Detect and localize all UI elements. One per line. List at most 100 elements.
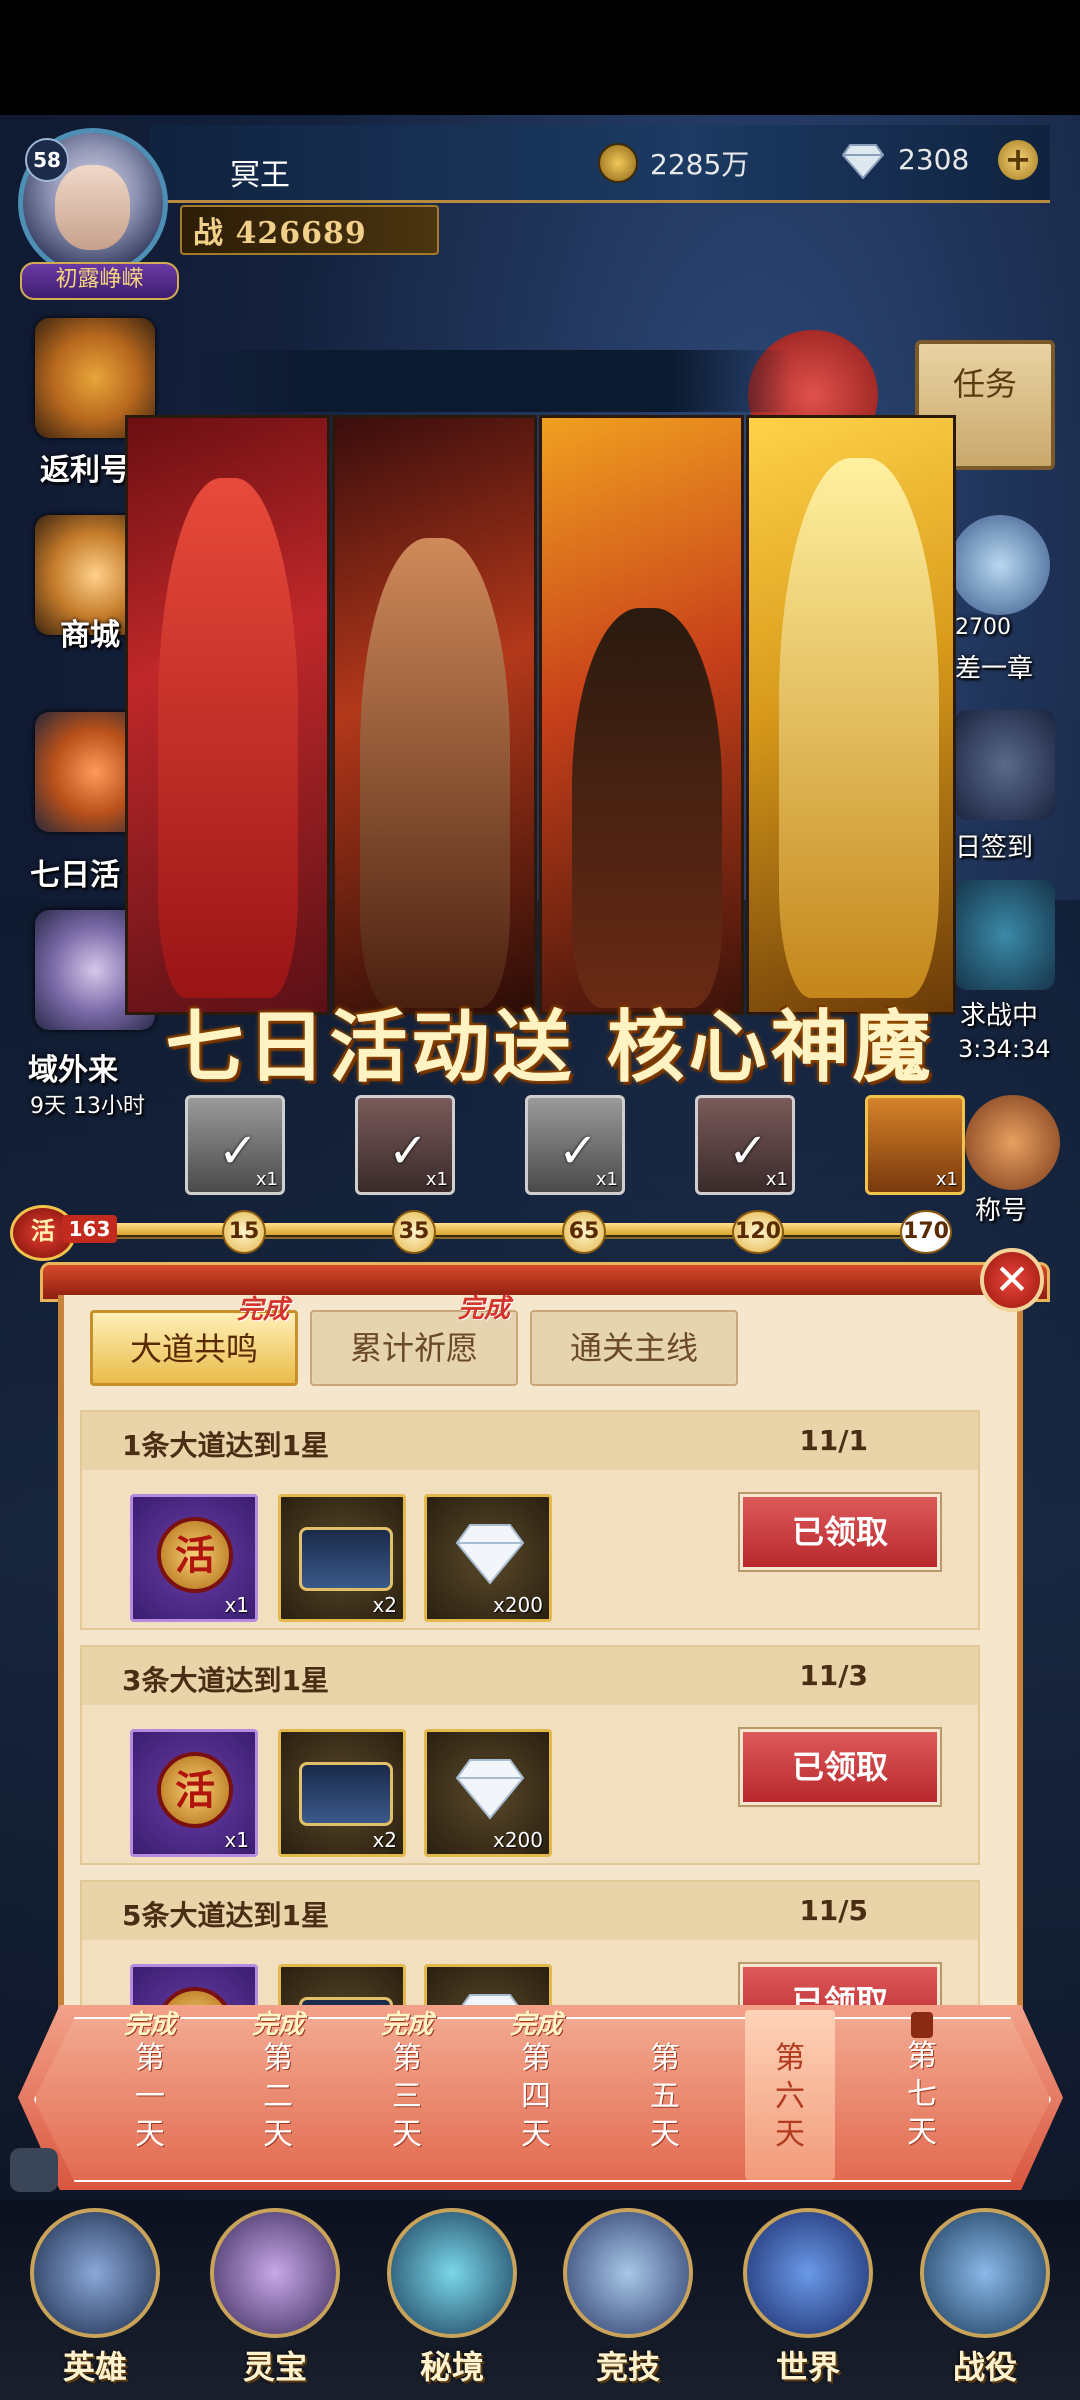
day-char: 六 [775,2079,805,2114]
day-tab-1[interactable]: 完成 第 一 天 [90,2010,210,2180]
milestone-reward-3[interactable]: ✓ x1 [525,1095,625,1195]
tab-zhuxian[interactable]: 通关主线 [530,1310,738,1386]
milestone-reward-5[interactable]: x1 [865,1095,965,1195]
close-icon: ✕ [994,1255,1030,1304]
scroll-graphic [299,1762,393,1826]
player-title-badge: 初露峥嵘 [20,262,179,300]
diamond-icon[interactable]: x200 [424,1729,552,1857]
secret-realm-icon [387,2208,517,2338]
reward-count: x1 [255,1169,278,1190]
day-char: 第 [907,2039,937,2074]
tab-label: 通关主线 [569,1329,698,1367]
task-card: 5条大道达到1星 11/5 活x1 x2 x200 已领取 [80,1880,980,2015]
chapter-label: 差一章 [955,654,1034,684]
completed-tag: 完成 [509,2010,562,2040]
tab-label: 累计祈愿 [349,1329,478,1367]
day-char: 第 [650,2041,680,2076]
day-char: 天 [135,2117,165,2152]
milestone-reward-2[interactable]: ✓ x1 [355,1095,455,1195]
star-chart-scroll-icon[interactable]: x2 [278,1729,406,1857]
day-tab-2[interactable]: 完成 第 二 天 [218,2010,338,2180]
hero-panel-1 [125,415,330,1015]
milestone-reward-1[interactable]: ✓ x1 [185,1095,285,1195]
task-title: 1条大道达到1星 [122,1429,329,1462]
nav-secret[interactable]: 秘境 [372,2208,532,2393]
day-char: 天 [392,2117,422,2152]
tab-label: 大道共鸣 [129,1330,258,1368]
day-char: 天 [521,2117,551,2152]
completed-tag: 完成 [457,1294,510,1324]
world-icon [743,2208,873,2338]
milestone-node: 15 [222,1210,266,1254]
chapter-count: 2700 [955,615,1011,640]
day-tab-6[interactable]: 第 六 天 [745,2010,835,2180]
chat-icon[interactable] [10,2148,58,2192]
milestone-node: 35 [392,1210,436,1254]
day-char: 第 [775,2041,805,2076]
star-chart-scroll-icon[interactable]: x2 [278,1494,406,1622]
day-char: 第 [263,2041,293,2076]
huo-token-icon[interactable]: 活x1 [130,1729,258,1857]
diamond-graphic [455,1524,525,1585]
day-char: 天 [907,2115,937,2150]
tab-dadao[interactable]: 大道共鸣 完成 [90,1295,298,1386]
nav-label: 战役 [952,2348,1017,2386]
claimed-button[interactable]: 已领取 [738,1492,942,1572]
nav-campaign[interactable]: 战役 [905,2208,1065,2393]
day-char: 四 [521,2079,551,2114]
tab-qiyuan[interactable]: 累计祈愿 完成 [310,1294,518,1386]
power-label: 战 [193,216,224,251]
milestone-reward-4[interactable]: ✓ x1 [695,1095,795,1195]
level-badge: 58 [25,138,69,182]
hero-figure [360,538,510,1008]
completed-tag [605,2010,725,2040]
rebate-label: 返利号 [40,453,130,488]
item-count: x1 [224,1828,249,1852]
nav-hero[interactable]: 英雄 [15,2208,175,2393]
task-progress: 11/1 [799,1424,868,1457]
day-char: 第 [392,2041,422,2076]
milestone-node: 170 [900,1210,952,1254]
add-currency-button[interactable]: + [998,140,1038,180]
daily-signin-icon[interactable] [955,710,1055,820]
day-tab-7[interactable]: 第 七 天 [862,2010,982,2180]
completed-tag: 完成 [123,2010,176,2040]
honor-icon[interactable] [965,1095,1060,1190]
banner-top-strip [190,350,790,412]
hero-panel-2 [332,415,537,1015]
claimed-button[interactable]: 已领取 [738,1727,942,1807]
nav-label: 竞技 [595,2348,660,2386]
item-count: x200 [492,1828,543,1852]
activity-points: 163 [62,1215,117,1243]
huo-token-icon[interactable]: 活x1 [130,1494,258,1622]
completed-tag [745,2010,835,2040]
task-card: 1条大道达到1星 11/1 活 x1 x2 x200 已领取 [80,1410,980,1630]
task-title: 5条大道达到1星 [122,1899,329,1932]
avatar-face [55,165,130,250]
diamond-icon [842,144,884,179]
day-tab-4[interactable]: 完成 第 四 天 [476,2010,596,2180]
reward-count: x1 [425,1169,448,1190]
day-char: 三 [392,2079,422,2114]
power-value: 426689 [235,216,367,251]
chapter-icon[interactable] [950,515,1050,615]
hero-panel-3 [539,415,744,1015]
diamond-amount: 2308 [898,143,970,176]
item-count: x200 [492,1593,543,1617]
check-icon: ✓ [388,1123,429,1179]
hero-figure [158,478,298,998]
day-char: 天 [650,2117,680,2152]
nav-arena[interactable]: 竞技 [548,2208,708,2393]
daily-signin-label: 日签到 [955,833,1034,863]
battle-icon[interactable] [955,880,1055,990]
close-button[interactable]: ✕ [980,1248,1044,1312]
diamond-icon[interactable]: x200 [424,1494,552,1622]
completed-tag: 完成 [236,1295,289,1325]
day-tab-3[interactable]: 完成 第 三 天 [347,2010,467,2180]
nav-label: 世界 [775,2348,840,2386]
scroll-graphic [299,1527,393,1591]
reward-count: x1 [765,1169,788,1190]
nav-world[interactable]: 世界 [728,2208,888,2393]
nav-treasure[interactable]: 灵宝 [195,2208,355,2393]
day-tab-5[interactable]: 第 五 天 [605,2010,725,2180]
